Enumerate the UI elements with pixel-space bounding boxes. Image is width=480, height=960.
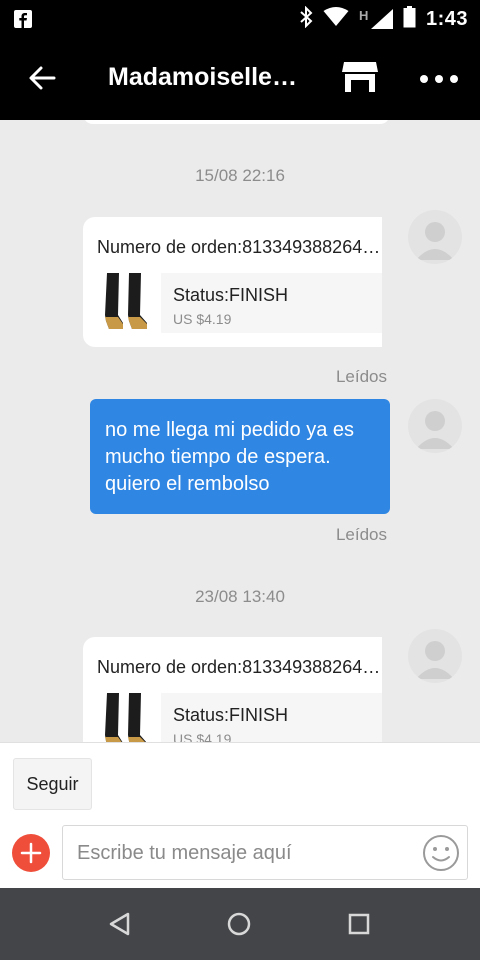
- bluetooth-icon: [299, 5, 313, 33]
- composer-panel: Seguir Escribe tu mensaje aquí: [0, 742, 480, 888]
- avatar[interactable]: [408, 629, 462, 683]
- home-circle-icon[interactable]: [223, 908, 255, 940]
- order-price: US $4.19: [173, 731, 232, 742]
- message-timestamp: 15/08 22:16: [195, 166, 285, 185]
- battery-icon: [403, 5, 416, 33]
- recents-square-icon[interactable]: [343, 908, 375, 940]
- avatar[interactable]: [408, 399, 462, 453]
- chat-toolbar: Madamoiselle…: [0, 38, 480, 120]
- store-icon[interactable]: [338, 56, 382, 100]
- read-receipt: Leídos: [335, 525, 387, 544]
- signal-icon: H: [359, 8, 393, 30]
- sent-message-bubble[interactable]: no me llega mi pedido ya es mucho tiempo…: [90, 399, 390, 514]
- message-input[interactable]: Escribe tu mensaje aquí: [62, 825, 468, 880]
- clock: 1:43: [425, 7, 468, 30]
- network-type-label: H: [358, 8, 369, 23]
- avatar[interactable]: [408, 210, 462, 264]
- order-card[interactable]: Numero de orden:8133493882643... Status:…: [83, 217, 382, 347]
- product-thumbnail: [99, 691, 159, 742]
- order-number: Numero de orden:8133493882643...: [97, 237, 382, 257]
- order-details: Status:FINISH US $4.19: [161, 693, 382, 742]
- wifi-icon: [323, 6, 349, 32]
- system-navigation-bar: [0, 888, 480, 960]
- plus-icon[interactable]: [12, 834, 50, 872]
- product-thumbnail: [99, 271, 159, 335]
- order-price: US $4.19: [173, 311, 232, 327]
- order-card[interactable]: Numero de orden:8133493882643... Status:…: [83, 637, 382, 742]
- order-details: Status:FINISH US $4.19: [161, 273, 382, 333]
- previous-message-card: [83, 120, 390, 124]
- emoji-icon[interactable]: [421, 833, 461, 873]
- message-list[interactable]: 15/08 22:16 Numero de orden:813349388264…: [0, 120, 480, 742]
- chat-title: Madamoiselle…: [108, 63, 297, 91]
- order-status: Status:FINISH: [173, 705, 289, 725]
- message-input-placeholder: Escribe tu mensaje aquí: [77, 842, 292, 864]
- facebook-icon: [14, 10, 32, 28]
- back-arrow-icon[interactable]: [22, 58, 62, 98]
- order-number: Numero de orden:8133493882643...: [97, 657, 382, 677]
- order-status: Status:FINISH: [173, 285, 289, 305]
- read-receipt: Leídos: [335, 367, 387, 386]
- more-icon[interactable]: [414, 64, 464, 94]
- status-bar: H 1:43: [0, 0, 480, 38]
- message-timestamp: 23/08 13:40: [195, 587, 285, 606]
- back-triangle-icon[interactable]: [104, 908, 136, 940]
- follow-button[interactable]: Seguir: [13, 758, 92, 810]
